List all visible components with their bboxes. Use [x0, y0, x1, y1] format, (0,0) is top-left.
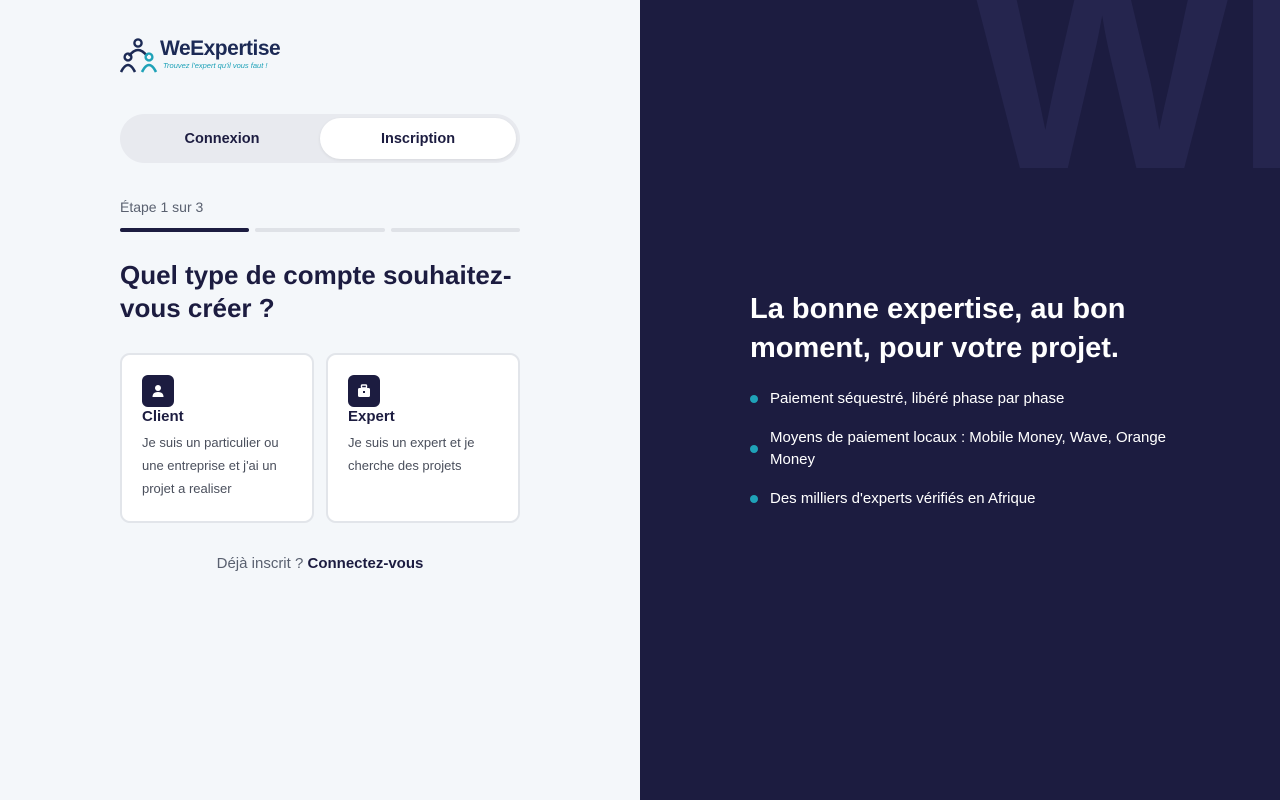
feature-item: Des milliers d'experts vérifiés en Afriq…: [750, 488, 1190, 510]
bullet-dot-icon: [750, 495, 758, 503]
feature-text: Paiement séquestré, libéré phase par pha…: [770, 390, 1065, 407]
card-title: Expert: [348, 408, 395, 425]
card-description: Je suis un expert et je cherche des proj…: [348, 435, 475, 473]
brand-logo[interactable]: WeExpertise Trouvez l'expert qu'il vous …: [119, 37, 281, 74]
brand-name: WeExpertise: [160, 37, 281, 60]
hero-headline: La bonne expertise, au bon moment, pour …: [750, 293, 1126, 364]
page-title: Quel type de compte souhaitez-vous créer…: [120, 260, 512, 323]
user-icon: [142, 375, 174, 407]
step-progress: [120, 228, 520, 232]
feature-text: Moyens de paiement locaux : Mobile Money…: [770, 429, 1167, 468]
briefcase-icon: [348, 375, 380, 407]
auth-tabs: Connexion Inscription: [120, 114, 520, 163]
card-description: Je suis un particulier ou une entreprise…: [142, 435, 279, 496]
bullet-dot-icon: [750, 445, 758, 453]
brand-watermark: WE: [970, 0, 1280, 228]
feature-item: Paiement séquestré, libéré phase par pha…: [750, 388, 1190, 410]
step-segment-3: [390, 228, 520, 232]
brand-tagline: Trouvez l'expert qu'il vous faut !: [163, 61, 268, 70]
hero-panel: WE La bonne expertise, au bon moment, po…: [640, 0, 1280, 800]
tab-connexion[interactable]: Connexion: [124, 118, 320, 159]
signin-text: Déjà inscrit ?: [216, 555, 304, 572]
feature-list: Paiement séquestré, libéré phase par pha…: [750, 388, 1190, 527]
account-type-options: Client Je suis un particulier ou une ent…: [120, 353, 520, 523]
signup-panel: WeExpertise Trouvez l'expert qu'il vous …: [0, 0, 640, 800]
card-title: Client: [142, 408, 184, 425]
signin-prompt: Déjà inscrit ? Connectez-vous: [120, 555, 520, 572]
tab-inscription[interactable]: Inscription: [320, 118, 516, 159]
people-logo-icon: [119, 38, 158, 74]
feature-item: Moyens de paiement locaux : Mobile Money…: [750, 427, 1190, 471]
step-segment-1: [120, 228, 250, 232]
signin-link[interactable]: Connectez-vous: [308, 555, 424, 572]
account-type-expert-card[interactable]: Expert Je suis un expert et je cherche d…: [326, 353, 520, 523]
feature-text: Des milliers d'experts vérifiés en Afriq…: [770, 490, 1036, 507]
account-type-client-card[interactable]: Client Je suis un particulier ou une ent…: [120, 353, 314, 523]
step-segment-2: [255, 228, 385, 232]
bullet-dot-icon: [750, 395, 758, 403]
step-indicator: Étape 1 sur 3: [120, 199, 204, 215]
